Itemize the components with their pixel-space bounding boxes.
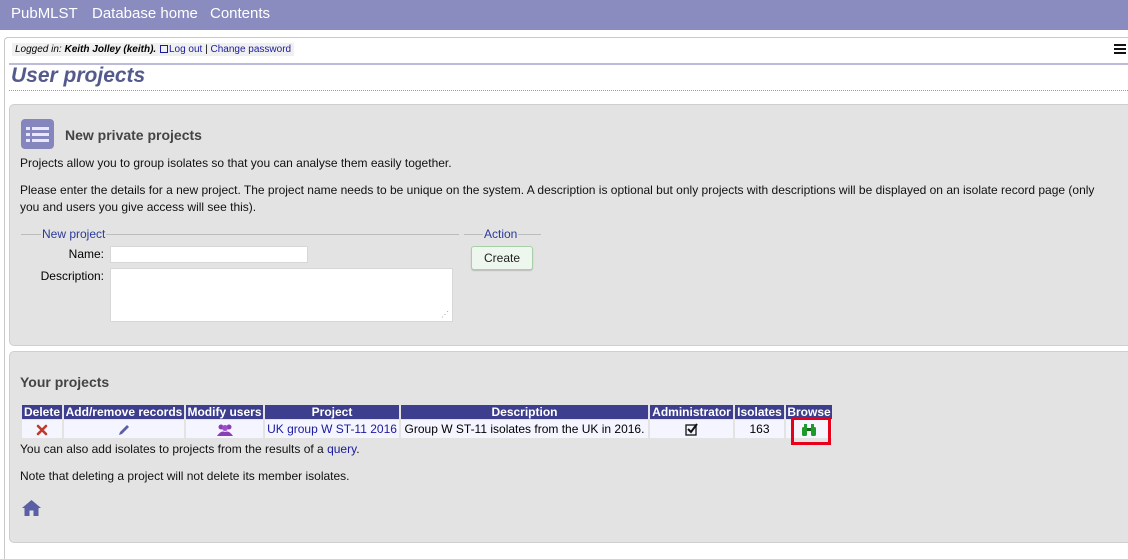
new-project-legend: New project <box>41 227 107 241</box>
login-separator: | <box>202 44 211 55</box>
nav-contents-link[interactable]: Contents <box>210 5 270 22</box>
modify-users-cell <box>186 420 263 438</box>
col-header-administrator: Administrator <box>650 405 733 419</box>
col-header-description: Description <box>401 405 648 419</box>
change-password-link[interactable]: Change password <box>211 44 292 55</box>
resize-grip-icon[interactable]: ⋰ <box>441 311 449 319</box>
title-top-rule <box>9 63 1128 65</box>
login-prefix: Logged in: <box>15 44 65 55</box>
pencil-icon[interactable] <box>117 423 131 437</box>
title-bottom-rule <box>9 90 1128 91</box>
col-header-delete: Delete <box>22 405 62 419</box>
projects-details-text-line2: you and users you give access will see t… <box>20 200 257 214</box>
top-nav-bar: PubMLST Database home Contents <box>0 0 1128 30</box>
query-link[interactable]: query <box>327 442 356 456</box>
query-note: You can also add isolates to projects fr… <box>20 441 360 458</box>
project-link[interactable]: UK group W ST-11 2016 <box>267 422 397 436</box>
col-header-modify-users: Modify users <box>186 405 263 419</box>
project-name-cell: UK group W ST-11 2016 <box>265 420 399 438</box>
new-projects-heading: New private projects <box>65 127 202 143</box>
col-header-isolates: Isolates <box>735 405 784 419</box>
logout-icon <box>159 45 168 53</box>
logged-in-user: Keith Jolley (keith). <box>64 44 157 55</box>
col-header-add-remove: Add/remove records <box>64 405 184 419</box>
action-legend: Action <box>483 227 519 241</box>
projects-intro-text: Projects allow you to group isolates so … <box>20 156 452 170</box>
your-projects-heading: Your projects <box>20 374 110 390</box>
browse-highlight-box <box>791 417 831 445</box>
logout-link[interactable]: Log out <box>169 44 202 55</box>
isolates-count-cell: 163 <box>735 420 784 438</box>
query-note-prefix: You can also add isolates to projects fr… <box>20 442 328 456</box>
project-description-cell: Group W ST-11 isolates from the UK in 20… <box>401 420 648 438</box>
project-description-textarea[interactable] <box>110 268 453 322</box>
name-label: Name: <box>68 247 104 261</box>
checkbox-checked-icon <box>685 423 698 436</box>
nav-database-home-link[interactable]: Database home <box>92 5 198 22</box>
users-icon[interactable] <box>216 423 234 437</box>
query-note-suffix: . <box>356 442 360 456</box>
create-button[interactable]: Create <box>471 246 533 270</box>
home-icon[interactable] <box>21 499 42 517</box>
nav-pubmlst-link[interactable]: PubMLST <box>11 5 78 22</box>
projects-details-text-line1: Please enter the details for a new proje… <box>20 183 1095 197</box>
add-remove-cell <box>64 420 184 438</box>
project-name-input[interactable] <box>110 246 308 263</box>
page-title: User projects <box>11 64 146 87</box>
delete-icon[interactable] <box>36 424 48 436</box>
hamburger-menu-icon[interactable] <box>1114 42 1126 56</box>
delete-cell <box>22 420 62 438</box>
col-header-project: Project <box>265 405 399 419</box>
administrator-cell <box>650 420 733 438</box>
description-label: Description: <box>40 269 104 283</box>
login-status-bar: Logged in: Keith Jolley (keith). Log out… <box>12 43 295 56</box>
delete-note: Note that deleting a project will not de… <box>20 469 350 483</box>
list-icon <box>21 119 54 149</box>
